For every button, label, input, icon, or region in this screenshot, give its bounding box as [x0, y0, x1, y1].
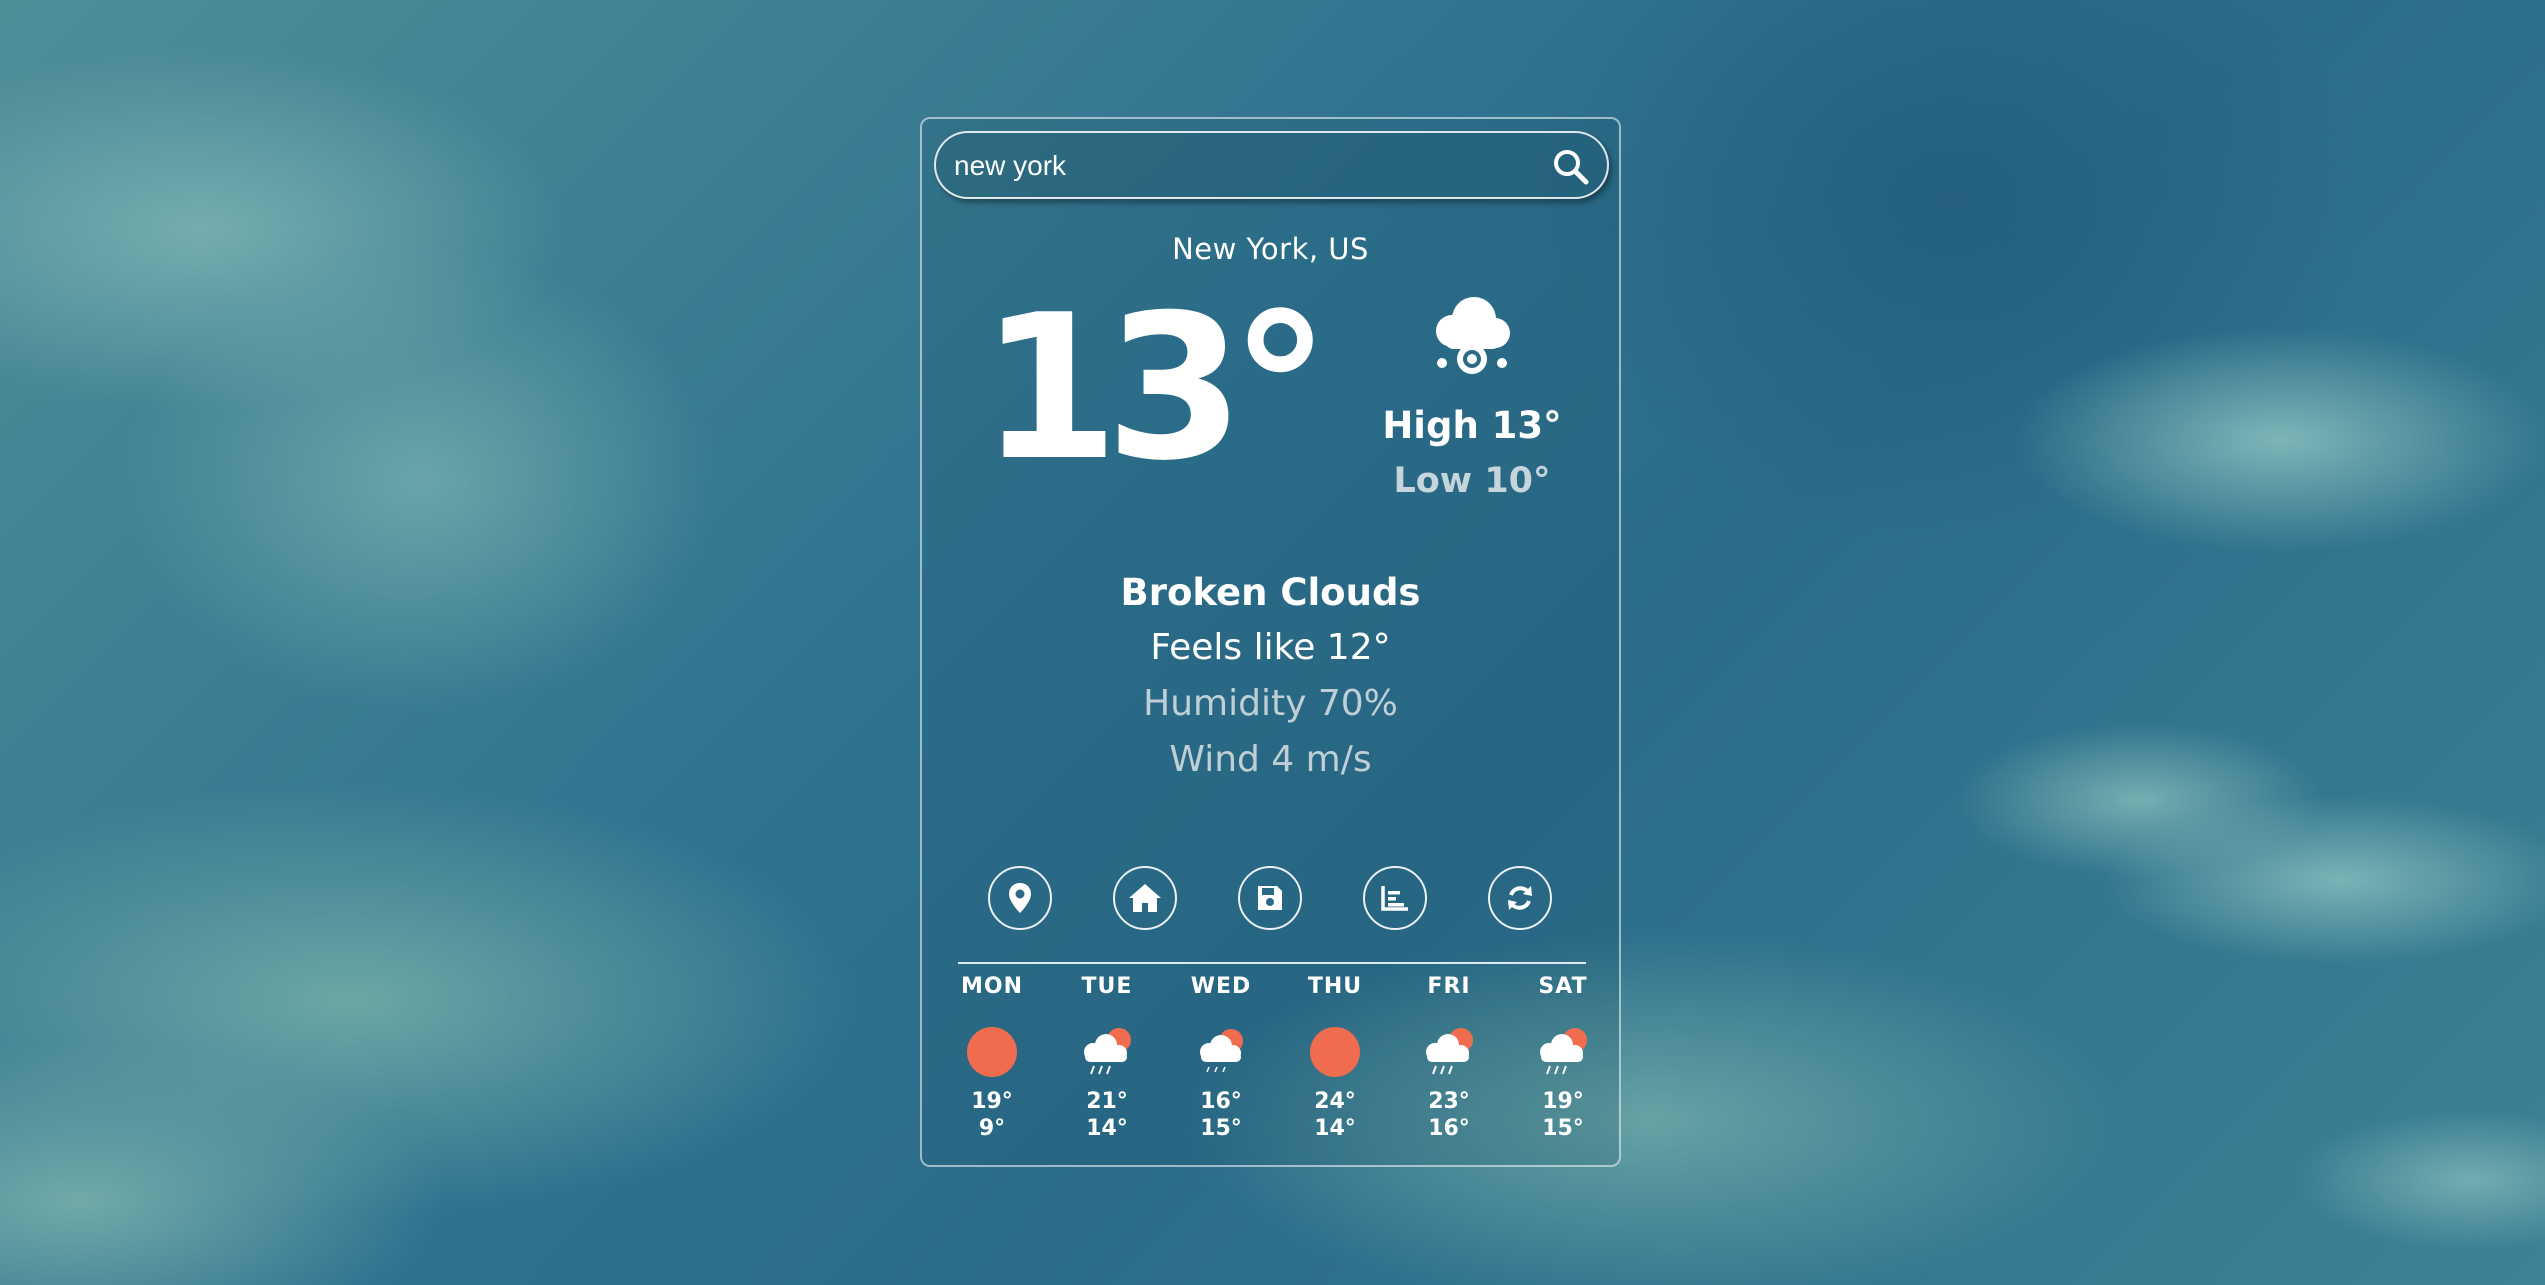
search-button[interactable] — [1549, 145, 1593, 189]
humidity: Humidity 70% — [1143, 683, 1398, 724]
forecast-day: THU 24° 14° — [1285, 974, 1385, 1142]
rain-cloud-sun-icon — [1057, 1024, 1157, 1084]
refresh-icon — [1508, 886, 1532, 910]
cloud-sun-icon — [1171, 1024, 1271, 1084]
forecast-high: 19° — [971, 1089, 1013, 1114]
save-icon — [1258, 886, 1282, 910]
save-button[interactable] — [1238, 866, 1302, 930]
forecast-day-name: TUE — [1081, 974, 1133, 999]
search-bar — [934, 131, 1609, 199]
low-temperature: Low 10° — [1393, 461, 1551, 501]
forecast-high: 21° — [1086, 1089, 1128, 1114]
refresh-button[interactable] — [1488, 866, 1552, 930]
forecast-high: 23° — [1428, 1089, 1470, 1114]
location-button[interactable] — [988, 866, 1052, 930]
rain-cloud-sun-icon — [1513, 1024, 1613, 1084]
forecast-low: 15° — [1542, 1116, 1584, 1141]
sun-icon — [942, 1024, 1042, 1084]
rain-cloud-sun-icon — [1399, 1024, 1499, 1084]
sun-icon — [1285, 1024, 1385, 1084]
weather-card: New York, US 13° High 13° Low 10° Broken… — [920, 117, 1621, 1167]
forecast-low: 14° — [1314, 1116, 1356, 1141]
forecast-day-name: MON — [960, 974, 1023, 999]
forecast-day: WED 16° 15° — [1171, 974, 1271, 1142]
forecast-day-name: SAT — [1538, 974, 1588, 999]
forecast-low: 14° — [1086, 1116, 1128, 1141]
forecast-high: 16° — [1200, 1089, 1242, 1114]
home-icon — [1129, 884, 1161, 912]
snow-cloud-icon — [1436, 297, 1510, 374]
forecast-day: MON 19° 9° — [942, 974, 1042, 1142]
forecast-day: FRI 23° 16° — [1399, 974, 1499, 1142]
forecast-day: TUE 21° 14° — [1057, 974, 1157, 1142]
weather-description: Broken Clouds — [1120, 571, 1421, 614]
bar-chart-icon — [1381, 886, 1408, 911]
forecast-day-name: FRI — [1427, 974, 1471, 999]
current-temperature: 13° — [980, 272, 1330, 505]
location-name: New York, US — [1172, 232, 1369, 266]
forecast-high: 24° — [1314, 1089, 1356, 1114]
forecast-low: 9° — [978, 1116, 1006, 1141]
search-input[interactable] — [954, 143, 1524, 189]
high-temperature: High 13° — [1382, 404, 1562, 447]
forecast-low: 15° — [1200, 1116, 1242, 1141]
map-pin-icon — [1009, 883, 1031, 913]
forecast-day-name: WED — [1190, 974, 1252, 999]
chart-button[interactable] — [1363, 866, 1427, 930]
wind-speed: Wind 4 m/s — [1169, 739, 1372, 780]
search-icon — [1554, 150, 1589, 185]
divider — [958, 962, 1586, 964]
forecast-day-name: THU — [1307, 974, 1363, 999]
home-button[interactable] — [1113, 866, 1177, 930]
forecast-low: 16° — [1428, 1116, 1470, 1141]
forecast-day: SAT 19° 15° — [1513, 974, 1613, 1142]
forecast-high: 19° — [1542, 1089, 1584, 1114]
feels-like: Feels like 12° — [1150, 627, 1391, 668]
